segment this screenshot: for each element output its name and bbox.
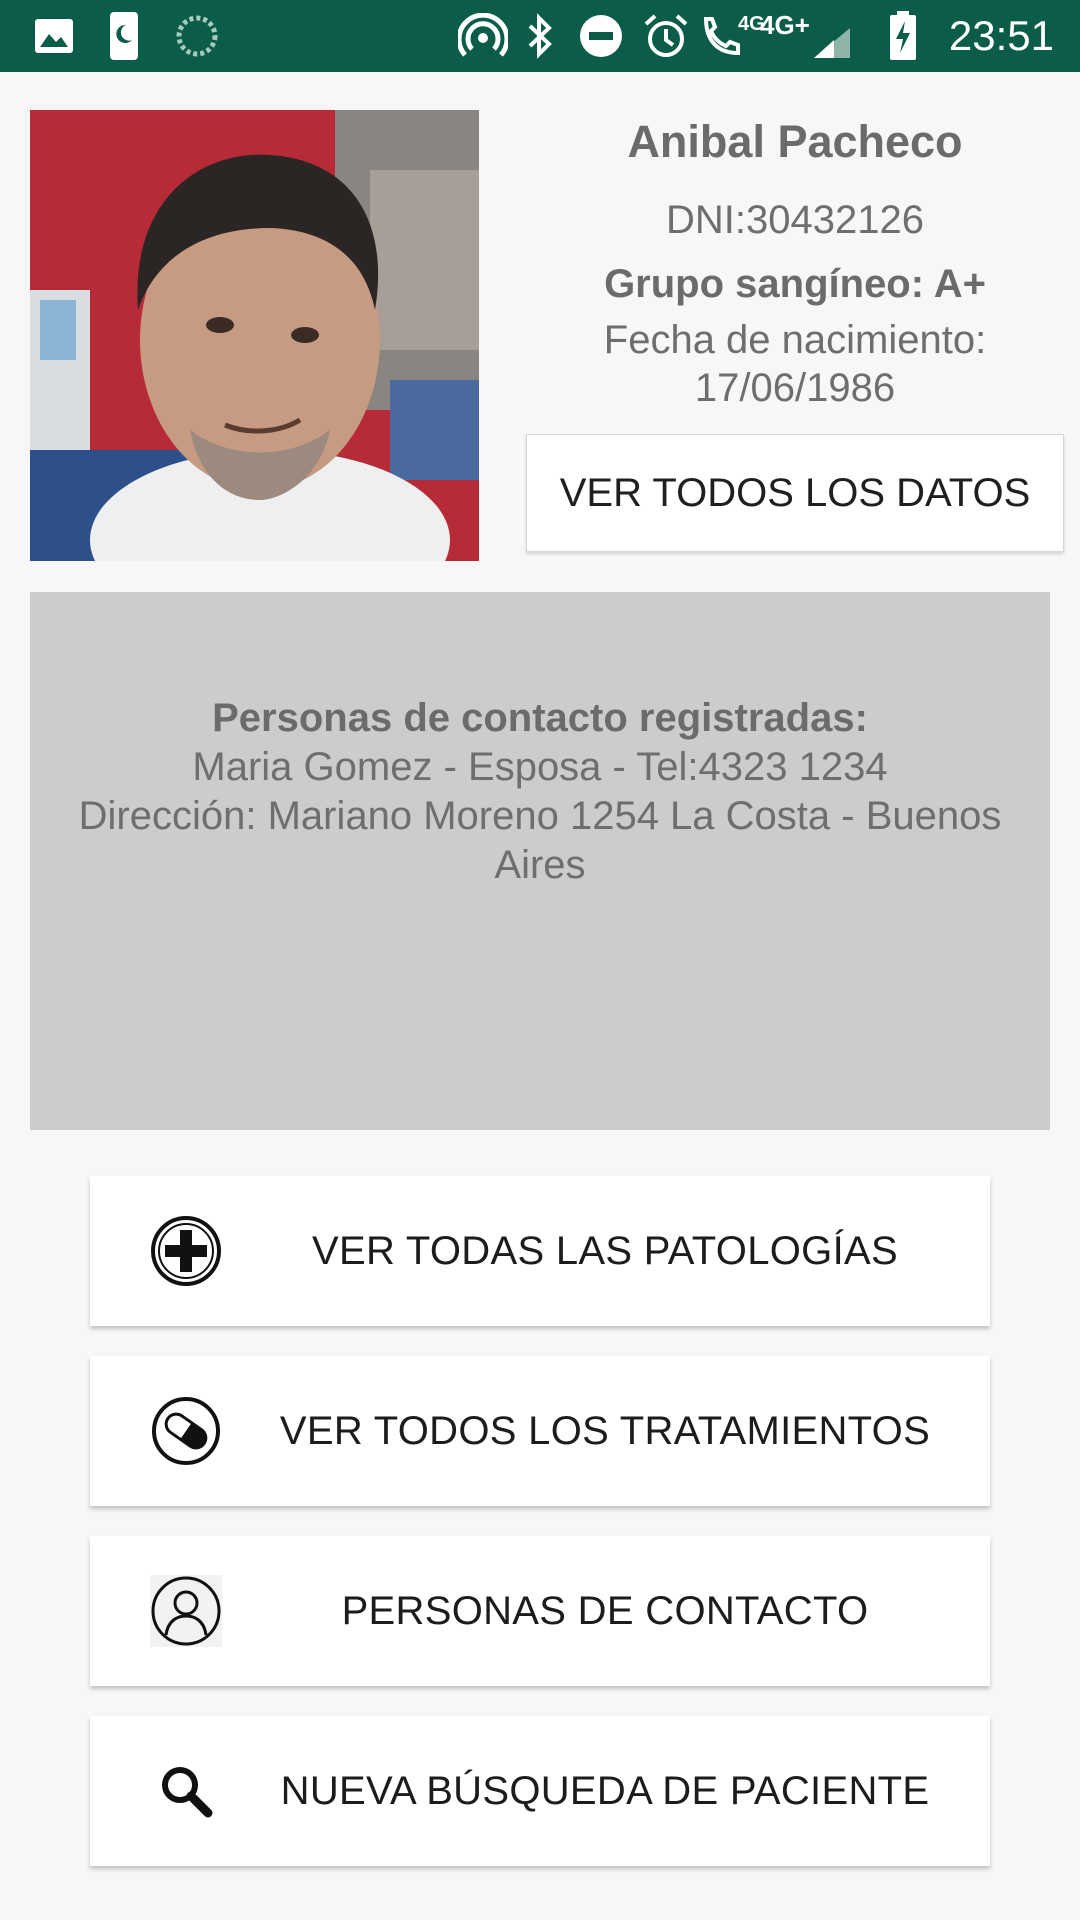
birth-date-value: 17/06/1986: [694, 366, 896, 410]
contact-persons-button[interactable]: PERSONAS DE CONTACTO: [90, 1536, 990, 1686]
view-pathologies-label: VER TODAS LAS PATOLOGÍAS: [312, 1228, 898, 1273]
view-treatments-label: VER TODOS LOS TRATAMIENTOS: [279, 1408, 931, 1453]
new-patient-search-label: NUEVA BÚSQUEDA DE PACIENTE: [280, 1768, 930, 1813]
contacts-title: Personas de contacto registradas:: [212, 696, 868, 740]
contact-persons-label: PERSONAS DE CONTACTO: [341, 1588, 869, 1633]
hotspot-icon: [458, 12, 508, 60]
alarm-icon: [642, 12, 690, 60]
bluetooth-icon: [525, 12, 555, 60]
patient-dni: DNI:30432126: [666, 198, 924, 242]
contacts-panel: Personas de contacto registradas: Maria …: [30, 592, 1050, 1130]
new-patient-search-button[interactable]: NUEVA BÚSQUEDA DE PACIENTE: [90, 1716, 990, 1866]
view-treatments-button[interactable]: VER TODOS LOS TRATAMIENTOS: [90, 1356, 990, 1506]
pill-icon: [150, 1395, 222, 1467]
network-type: 4G+: [760, 9, 810, 40]
clock: 23:51: [948, 12, 1054, 59]
image-icon: [34, 12, 74, 60]
person-icon: [150, 1575, 222, 1647]
patient-blood-group: Grupo sangíneo: A+: [604, 262, 986, 306]
status-bar: 4G 4G+ 23:51: [0, 0, 1080, 72]
view-pathologies-button[interactable]: VER TODAS LAS PATOLOGÍAS: [90, 1176, 990, 1326]
search-icon: [150, 1755, 222, 1827]
contact-address: Dirección: Mariano Moreno 1254 La Costa …: [78, 794, 1002, 887]
battery-charging-icon: [888, 11, 918, 60]
patient-info: Anibal Pacheco DNI:30432126 Grupo sangín…: [520, 110, 1070, 412]
wifi-call-icon: [700, 12, 742, 60]
patient-photo: [30, 110, 479, 561]
patient-name: Anibal Pacheco: [627, 116, 963, 167]
birth-date-label: Fecha de nacimiento:: [603, 318, 987, 362]
plus-circle-icon: [150, 1215, 222, 1287]
view-all-data-button[interactable]: VER TODOS LOS DATOS: [526, 434, 1064, 552]
signal-icon: [812, 26, 852, 60]
phone-moon-icon: [108, 12, 140, 60]
contact-person: Maria Gomez - Esposa - Tel:4323 1234: [192, 745, 888, 789]
do-not-disturb-icon: [578, 12, 624, 60]
loading-icon: [175, 12, 219, 60]
